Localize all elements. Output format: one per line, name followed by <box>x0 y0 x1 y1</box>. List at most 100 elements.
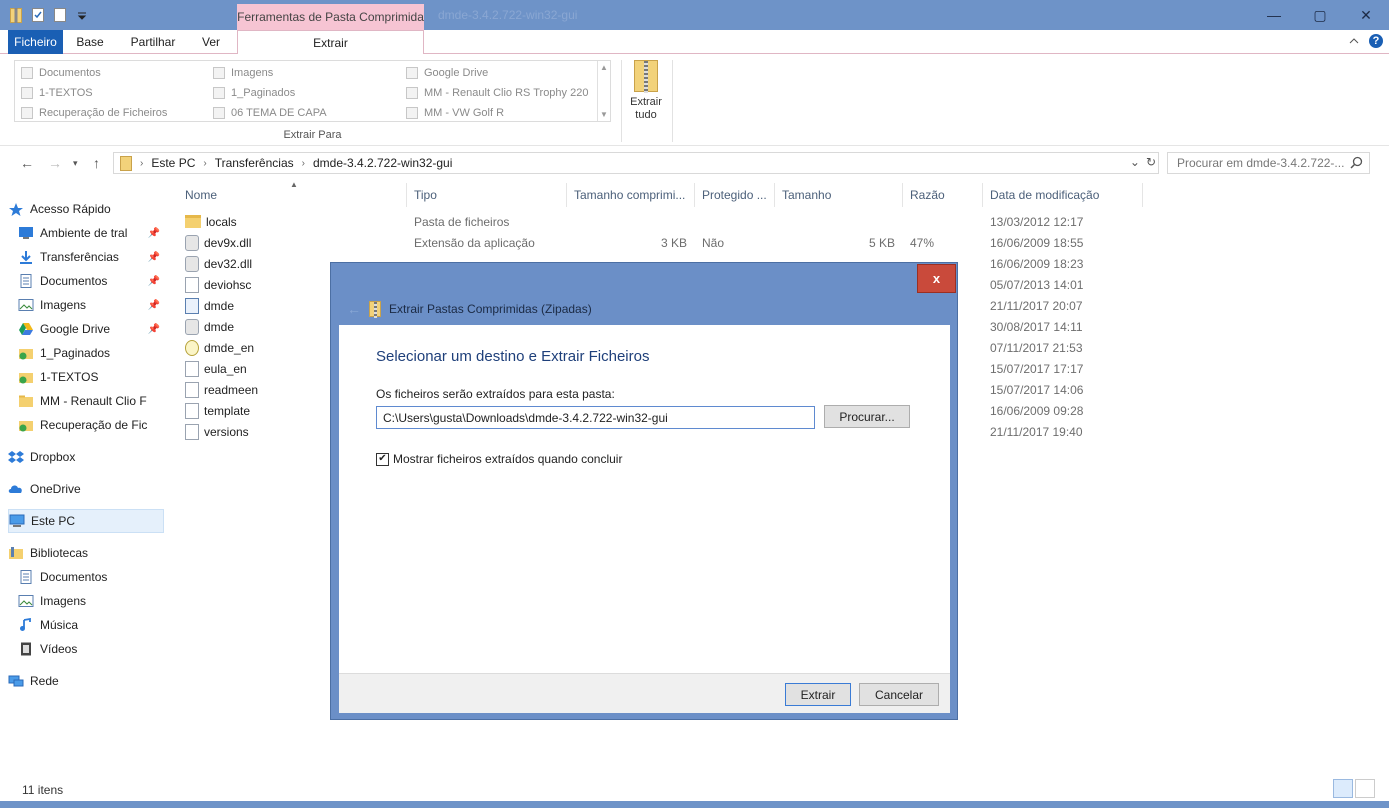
text-file-icon <box>185 360 199 377</box>
column-header-type[interactable]: Tipo <box>407 183 567 207</box>
extract-button[interactable]: Extrair <box>785 683 851 706</box>
tab-extract[interactable]: Extrair <box>237 30 424 55</box>
zip-folder-icon[interactable] <box>8 7 24 23</box>
sidebar-item-onedrive[interactable]: OneDrive <box>8 477 164 501</box>
sidebar-item-renault-clio[interactable]: MM - Renault Clio F <box>8 389 164 413</box>
gallery-item[interactable]: Imagens <box>213 63 327 83</box>
sidebar-item-lib-pictures[interactable]: Imagens <box>8 589 164 613</box>
column-header-date-modified[interactable]: Data de modificação <box>983 183 1143 207</box>
customize-toolbar-icon[interactable] <box>74 7 90 23</box>
sidebar-item-this-pc[interactable]: Este PC <box>8 509 164 533</box>
sidebar-item-libraries[interactable]: Bibliotecas <box>8 541 164 565</box>
column-header-compressed-size[interactable]: Tamanho comprimi... <box>567 183 695 207</box>
back-arrow-icon[interactable]: ← <box>347 301 361 317</box>
ribbon-tabs: Ficheiro Base Partilhar Ver Extrair ? <box>0 30 1389 55</box>
gallery-item[interactable]: 1-TEXTOS <box>21 83 167 103</box>
file-row[interactable]: dev9x.dll Extensão da aplicação 3 KB Não 5 K… <box>178 232 1144 253</box>
sidebar-item-downloads[interactable]: Transferências 📌 <box>8 245 164 269</box>
zip-extract-icon <box>634 60 658 93</box>
document-icon <box>18 570 34 584</box>
address-bar-actions: ⌄ ↻ <box>1130 155 1156 169</box>
pin-icon[interactable]: 📌 <box>148 276 160 287</box>
sidebar-item-network[interactable]: Rede <box>8 669 164 693</box>
recent-locations-icon[interactable]: ▾ <box>73 158 78 169</box>
sidebar-item-quick-access[interactable]: Acesso Rápido <box>8 197 164 221</box>
breadcrumb-segment[interactable]: Este PC <box>151 156 195 170</box>
video-icon <box>18 642 34 656</box>
sidebar-item-lib-music[interactable]: Música <box>8 613 164 637</box>
refresh-icon[interactable]: ↻ <box>1146 155 1156 169</box>
window-border <box>0 801 1389 808</box>
sidebar-item-lib-videos[interactable]: Vídeos <box>8 637 164 661</box>
pin-icon[interactable]: 📌 <box>148 228 160 239</box>
sidebar-item-dropbox[interactable]: Dropbox <box>8 445 164 469</box>
sidebar-item-google-drive[interactable]: Google Drive 📌 <box>8 317 164 341</box>
minimize-button[interactable]: — <box>1251 0 1297 30</box>
properties-icon[interactable] <box>30 7 46 23</box>
breadcrumb-segment[interactable]: Transferências <box>215 156 294 170</box>
details-view-icon[interactable] <box>1333 779 1353 798</box>
cancel-button[interactable]: Cancelar <box>859 683 939 706</box>
file-name-text: dmde_en <box>204 340 255 355</box>
pin-icon[interactable]: 📌 <box>148 324 160 335</box>
show-extracted-checkbox[interactable]: ✔ <box>376 452 389 466</box>
gallery-item[interactable]: 06 TEMA DE CAPA <box>213 103 327 123</box>
sidebar-item-pictures[interactable]: Imagens 📌 <box>8 293 164 317</box>
show-extracted-option[interactable]: ✔ Mostrar ficheiros extraídos quando con… <box>376 452 622 466</box>
new-folder-icon[interactable] <box>52 7 68 23</box>
sidebar-item-recuperacao[interactable]: Recuperação de Fic <box>8 413 164 437</box>
file-ratio: 47% <box>910 235 935 250</box>
chevron-right-icon[interactable]: › <box>203 158 206 169</box>
file-date-modified: 30/08/2017 14:11 <box>990 319 1083 334</box>
up-arrow-icon[interactable]: ↑ <box>93 155 100 171</box>
chevron-down-icon[interactable]: ▼ <box>600 110 608 119</box>
destination-path-input[interactable]: C:\Users\gusta\Downloads\dmde-3.4.2.722-… <box>376 406 815 429</box>
close-button[interactable]: ✕ <box>1343 0 1389 30</box>
folder-icon <box>406 87 418 99</box>
file-name-text: deviohsc <box>204 277 252 292</box>
tab-share[interactable]: Partilhar <box>124 30 182 54</box>
maximize-button[interactable]: ▢ <box>1297 0 1343 30</box>
destination-label: Os ficheiros serão extraídos para esta p… <box>376 387 615 401</box>
file-type: Pasta de ficheiros <box>414 214 510 229</box>
column-header-ratio[interactable]: Razão <box>903 183 983 207</box>
gallery-item[interactable]: Google Drive <box>406 63 588 83</box>
pin-icon[interactable]: 📌 <box>148 252 160 263</box>
gallery-scrollbar[interactable]: ▲ ▼ <box>597 61 610 121</box>
gallery-item[interactable]: MM - Renault Clio RS Trophy 220 <box>406 83 588 103</box>
column-header-name[interactable]: Nome <box>178 183 407 207</box>
gallery-item[interactable]: MM - VW Golf R <box>406 103 588 123</box>
gallery-item[interactable]: Documentos <box>21 63 167 83</box>
sidebar-item-lib-documents[interactable]: Documentos <box>8 565 164 589</box>
gallery-item[interactable]: 1_Paginados <box>213 83 327 103</box>
dialog-close-button[interactable]: x <box>917 264 956 293</box>
breadcrumb-segment[interactable]: dmde-3.4.2.722-win32-gui <box>313 156 452 170</box>
extract-all-button[interactable]: Extrair tudo <box>625 60 667 130</box>
tab-home[interactable]: Base <box>70 30 110 54</box>
tab-view[interactable]: Ver <box>196 30 226 54</box>
chevron-right-icon[interactable]: › <box>302 158 305 169</box>
sidebar-item-textos[interactable]: 1-TEXTOS <box>8 365 164 389</box>
help-icon[interactable]: ? <box>1369 34 1383 48</box>
large-icons-view-icon[interactable] <box>1355 779 1375 798</box>
tab-file[interactable]: Ficheiro <box>8 30 63 54</box>
file-row[interactable]: locals Pasta de ficheiros 13/03/2012 12:17 <box>178 211 1144 232</box>
sidebar-item-desktop[interactable]: Ambiente de tral 📌 <box>8 221 164 245</box>
sidebar-item-documents[interactable]: Documentos 📌 <box>8 269 164 293</box>
pin-icon[interactable]: 📌 <box>148 300 160 311</box>
browse-button[interactable]: Procurar... <box>824 405 910 428</box>
forward-arrow-icon[interactable]: → <box>48 155 62 171</box>
address-bar[interactable]: › Este PC › Transferências › dmde-3.4.2.… <box>113 152 1159 174</box>
chevron-up-icon[interactable]: ▲ <box>600 63 608 72</box>
column-header-size[interactable]: Tamanho <box>775 183 903 207</box>
collapse-ribbon-icon[interactable] <box>1349 34 1359 48</box>
back-arrow-icon[interactable]: ← <box>20 155 34 171</box>
search-icon[interactable] <box>1350 156 1363 172</box>
gallery-item[interactable]: Recuperação de Ficheiros <box>21 103 167 123</box>
chevron-down-icon[interactable]: ⌄ <box>1130 155 1140 169</box>
column-header-protected[interactable]: Protegido ... <box>695 183 775 207</box>
sidebar-item-paginados[interactable]: 1_Paginados <box>8 341 164 365</box>
chevron-right-icon[interactable]: › <box>140 158 143 169</box>
computer-icon <box>9 514 25 528</box>
search-input[interactable]: Procurar em dmde-3.4.2.722-... <box>1167 152 1370 174</box>
